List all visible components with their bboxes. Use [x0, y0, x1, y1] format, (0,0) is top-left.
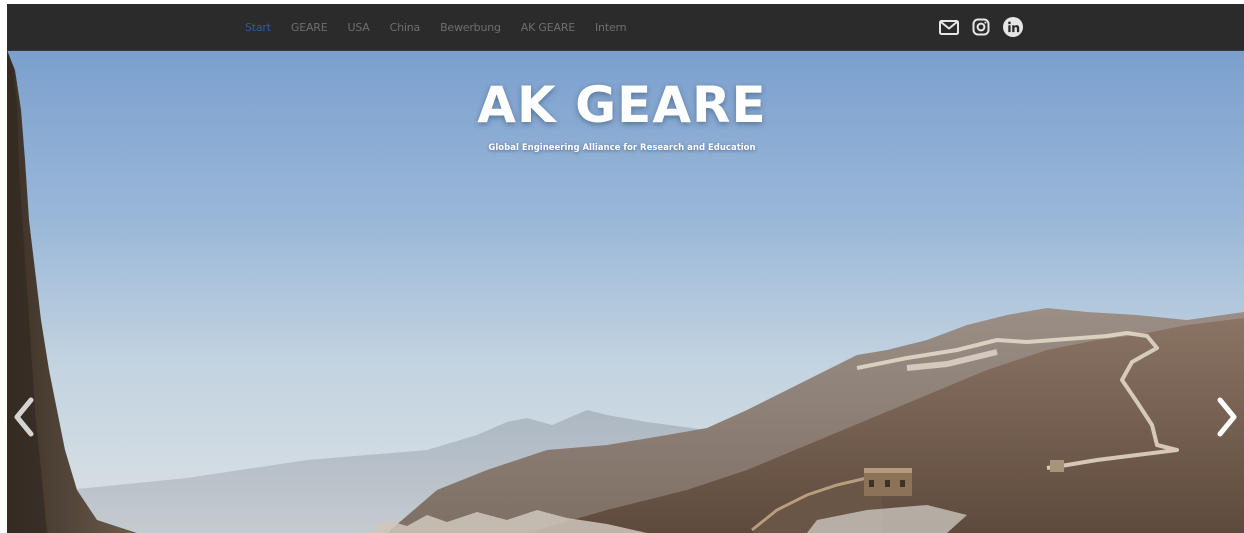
- hero-slider: AK GEARE Global Engineering Alliance for…: [7, 50, 1244, 533]
- linkedin-icon[interactable]: [1002, 16, 1024, 38]
- nav-item-ak-geare[interactable]: AK GEARE: [521, 21, 575, 34]
- mail-icon[interactable]: [938, 16, 960, 38]
- nav-item-start[interactable]: Start: [245, 21, 271, 34]
- instagram-icon[interactable]: [970, 16, 992, 38]
- chevron-left-icon[interactable]: [9, 394, 39, 440]
- nav-item-geare[interactable]: GEARE: [291, 21, 328, 34]
- hero-subtitle: Global Engineering Alliance for Research…: [488, 143, 756, 153]
- social-links: [938, 14, 1034, 40]
- main-menu: Start GEARE USA China Bewerbung AK GEARE…: [245, 4, 646, 50]
- nav-item-china[interactable]: China: [390, 21, 421, 34]
- page-frame: Start GEARE USA China Bewerbung AK GEARE…: [7, 4, 1244, 533]
- chevron-right-icon[interactable]: [1212, 394, 1242, 440]
- nav-item-intern[interactable]: Intern: [595, 21, 627, 34]
- top-navbar: Start GEARE USA China Bewerbung AK GEARE…: [7, 4, 1244, 51]
- nav-item-bewerbung[interactable]: Bewerbung: [440, 21, 501, 34]
- nav-item-usa[interactable]: USA: [347, 21, 369, 34]
- hero-title: AK GEARE: [477, 76, 767, 134]
